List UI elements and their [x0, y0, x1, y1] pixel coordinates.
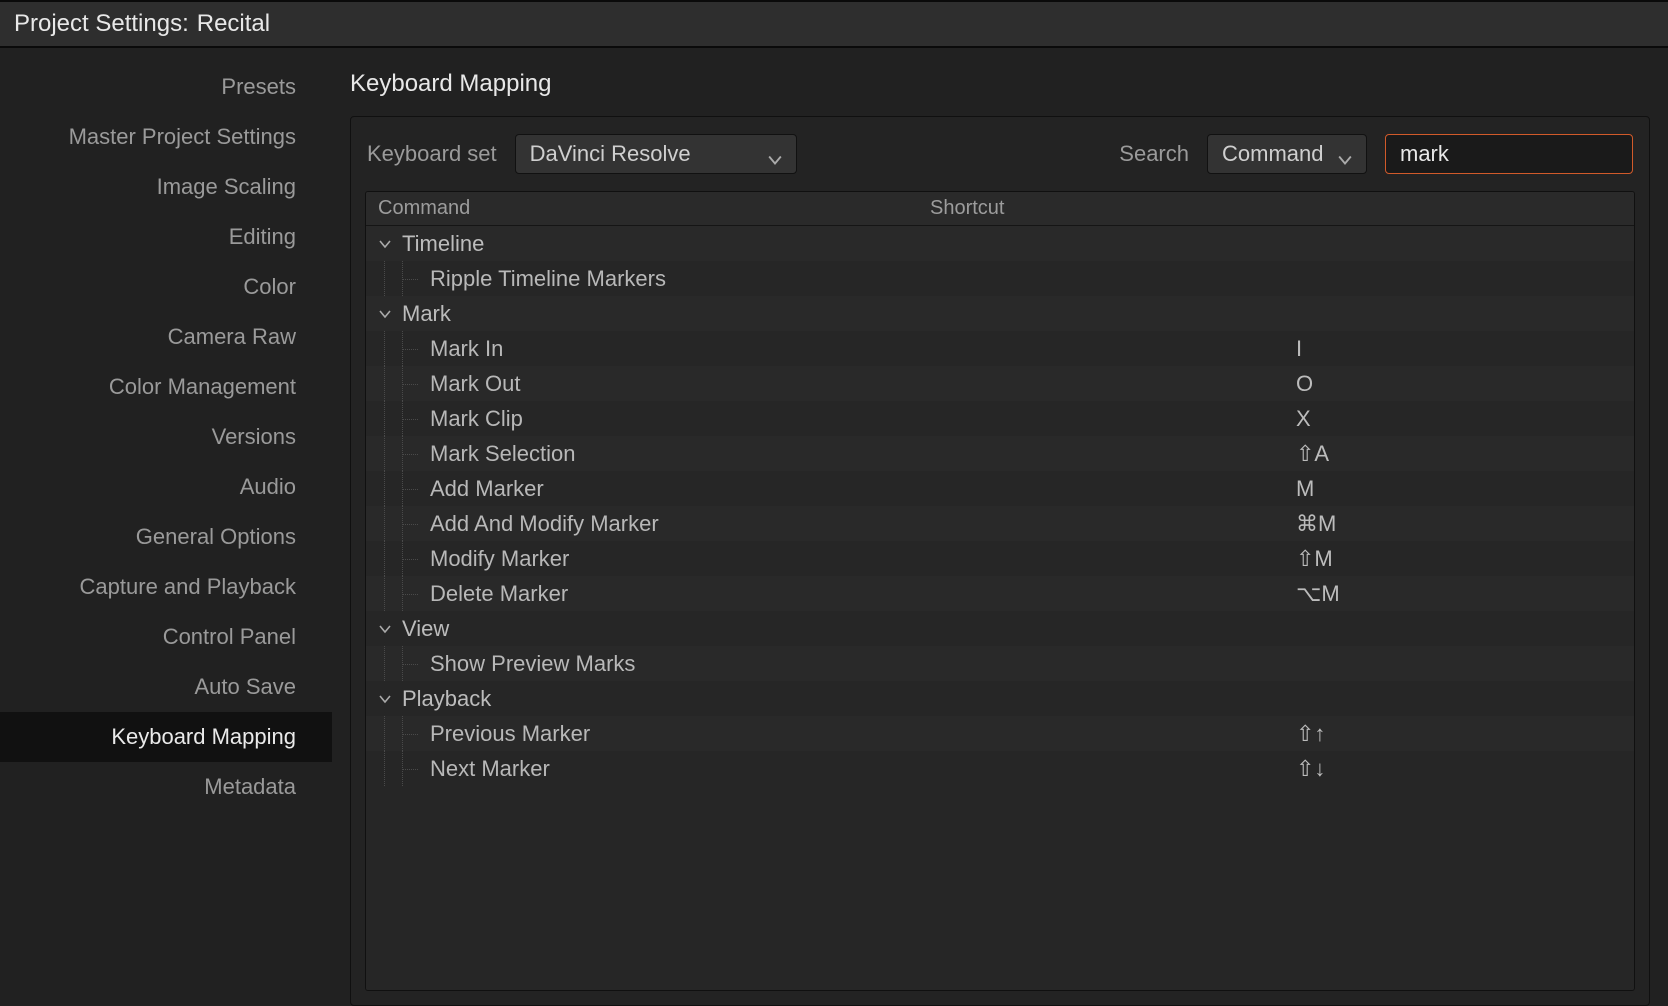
window-title-prefix: Project Settings:: [14, 10, 189, 38]
sidebar-item-label: Control Panel: [163, 624, 296, 650]
group-label: Playback: [402, 686, 491, 712]
sidebar-item[interactable]: Audio: [0, 462, 332, 512]
command-label: Next Marker: [430, 756, 550, 782]
sidebar-item[interactable]: Editing: [0, 212, 332, 262]
chevron-down-icon: [768, 147, 782, 161]
command-label: Previous Marker: [430, 721, 590, 747]
command-row[interactable]: Ripple Timeline Markers: [366, 261, 1634, 296]
command-row[interactable]: Next Marker ⇧↓: [366, 751, 1634, 786]
keyboard-set-label: Keyboard set: [367, 141, 497, 167]
group-label: View: [402, 616, 449, 642]
shortcut-label: ⇧↓: [1296, 756, 1325, 782]
sidebar-item[interactable]: Capture and Playback: [0, 562, 332, 612]
sidebar-item[interactable]: Presets: [0, 62, 332, 112]
shortcut-label: M: [1296, 476, 1314, 502]
command-label: Mark In: [430, 336, 503, 362]
command-label: Add Marker: [430, 476, 544, 502]
command-row[interactable]: Mark In I: [366, 331, 1634, 366]
command-label: Mark Out: [430, 371, 520, 397]
sidebar-item-label: Editing: [229, 224, 296, 250]
sidebar-item[interactable]: Master Project Settings: [0, 112, 332, 162]
main-panel: Keyboard Mapping Keyboard set DaVinci Re…: [332, 48, 1668, 1006]
sidebar-item-label: Image Scaling: [157, 174, 296, 200]
command-row[interactable]: Show Preview Marks: [366, 646, 1634, 681]
sidebar-item-label: Keyboard Mapping: [111, 724, 296, 750]
sidebar-item-label: Capture and Playback: [80, 574, 296, 600]
command-row[interactable]: Add And Modify Marker ⌘M: [366, 506, 1634, 541]
shortcut-label: ⇧M: [1296, 546, 1333, 572]
shortcut-label: ⇧A: [1296, 441, 1329, 467]
command-label: Add And Modify Marker: [430, 511, 659, 537]
sidebar-item[interactable]: Auto Save: [0, 662, 332, 712]
sidebar-item[interactable]: Color: [0, 262, 332, 312]
sidebar-item-label: Camera Raw: [168, 324, 296, 350]
sidebar-item[interactable]: Camera Raw: [0, 312, 332, 362]
shortcut-label: ⌥M: [1296, 581, 1340, 607]
sidebar-item-label: Versions: [212, 424, 296, 450]
command-label: Show Preview Marks: [430, 651, 635, 677]
shortcut-label: O: [1296, 371, 1313, 397]
group-row[interactable]: Playback: [366, 681, 1634, 716]
sidebar-item[interactable]: Keyboard Mapping: [0, 712, 332, 762]
command-row[interactable]: Previous Marker ⇧↑: [366, 716, 1634, 751]
sidebar-item[interactable]: Metadata: [0, 762, 332, 812]
shortcut-label: I: [1296, 336, 1302, 362]
sidebar-item[interactable]: Image Scaling: [0, 162, 332, 212]
keyboard-set-select[interactable]: DaVinci Resolve: [515, 134, 797, 174]
shortcut-label: ⇧↑: [1296, 721, 1325, 747]
shortcut-label: X: [1296, 406, 1311, 432]
command-label: Mark Clip: [430, 406, 523, 432]
group-label: Timeline: [402, 231, 484, 257]
shortcuts-table: Command Shortcut Timeline Ripple Timeline…: [365, 191, 1635, 991]
sidebar-item[interactable]: Control Panel: [0, 612, 332, 662]
sidebar-item-label: Metadata: [204, 774, 296, 800]
chevron-down-icon: [376, 238, 394, 250]
command-row[interactable]: Delete Marker ⌥M: [366, 576, 1634, 611]
window-project-name: Recital: [197, 10, 270, 38]
command-row[interactable]: Add Marker M: [366, 471, 1634, 506]
table-body: Timeline Ripple Timeline Markers Mark Mark …: [366, 226, 1634, 990]
chevron-down-icon: [376, 693, 394, 705]
command-row[interactable]: Mark Clip X: [366, 401, 1634, 436]
sidebar-item[interactable]: Color Management: [0, 362, 332, 412]
chevron-down-icon: [1338, 147, 1352, 161]
sidebar-item[interactable]: General Options: [0, 512, 332, 562]
sidebar-item-label: General Options: [136, 524, 296, 550]
command-label: Modify Marker: [430, 546, 569, 572]
chevron-down-icon: [376, 308, 394, 320]
sidebar-item[interactable]: Versions: [0, 412, 332, 462]
sidebar-item-label: Master Project Settings: [69, 124, 296, 150]
column-header-shortcut[interactable]: Shortcut: [930, 197, 1634, 220]
search-input[interactable]: [1400, 141, 1650, 167]
sidebar-item-label: Presets: [221, 74, 296, 100]
command-label: Mark Selection: [430, 441, 576, 467]
sidebar-item-label: Audio: [240, 474, 296, 500]
keyboard-set-value: DaVinci Resolve: [530, 141, 691, 167]
command-label: Delete Marker: [430, 581, 568, 607]
search-mode-select[interactable]: Command: [1207, 134, 1367, 174]
shortcut-label: ⌘M: [1296, 511, 1336, 537]
search-label: Search: [1119, 141, 1189, 167]
group-row[interactable]: Mark: [366, 296, 1634, 331]
group-row[interactable]: Timeline: [366, 226, 1634, 261]
sidebar-item-label: Color Management: [109, 374, 296, 400]
command-label: Ripple Timeline Markers: [430, 266, 666, 292]
group-label: Mark: [402, 301, 451, 327]
controls-row: Keyboard set DaVinci Resolve Search Comm…: [351, 117, 1649, 191]
column-header-command[interactable]: Command: [378, 197, 930, 220]
table-header: Command Shortcut: [366, 192, 1634, 226]
window-titlebar: Project Settings: Recital: [0, 0, 1668, 48]
command-row[interactable]: Mark Selection ⇧A: [366, 436, 1634, 471]
command-row[interactable]: Modify Marker ⇧M: [366, 541, 1634, 576]
keyboard-mapping-panel: Keyboard set DaVinci Resolve Search Comm…: [350, 116, 1650, 1006]
settings-sidebar: Presets Master Project Settings Image Scal…: [0, 48, 332, 1006]
group-row[interactable]: View: [366, 611, 1634, 646]
sidebar-item-label: Color: [243, 274, 296, 300]
page-title: Keyboard Mapping: [350, 62, 1650, 106]
search-mode-value: Command: [1222, 141, 1323, 167]
chevron-down-icon: [376, 623, 394, 635]
command-row[interactable]: Mark Out O: [366, 366, 1634, 401]
search-box: [1385, 134, 1633, 174]
sidebar-item-label: Auto Save: [194, 674, 296, 700]
